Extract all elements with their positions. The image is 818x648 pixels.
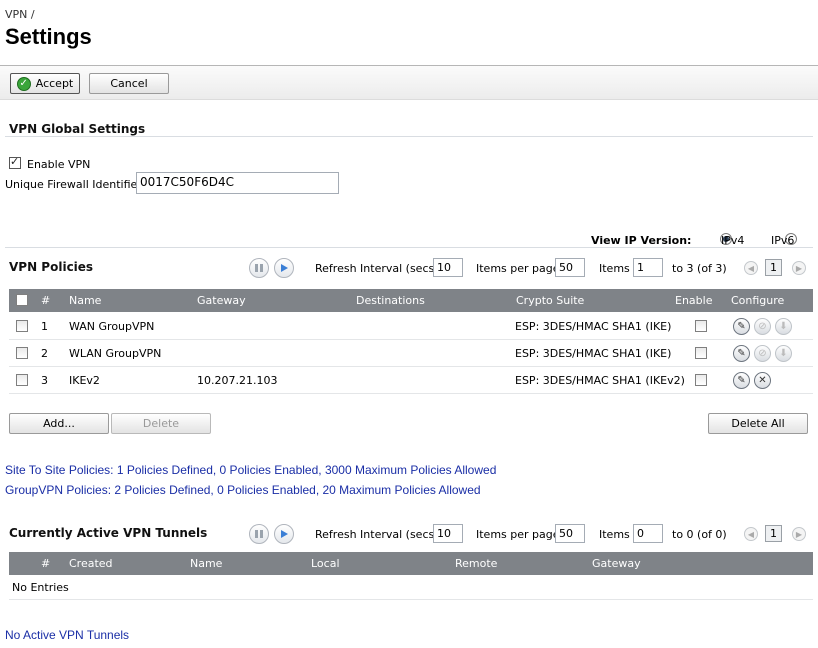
next-page-icon[interactable]: ▶ — [792, 527, 806, 541]
items-per-page-label: Items per page — [476, 262, 560, 275]
groupvpn-summary-link[interactable]: GroupVPN Policies: 2 Policies Defined, 0… — [5, 483, 481, 497]
delete-all-button[interactable]: Delete All — [708, 413, 808, 434]
pause-button[interactable] — [249, 524, 269, 544]
refresh-interval-input[interactable]: 10 — [433, 258, 463, 277]
refresh-interval-input[interactable]: 10 — [433, 524, 463, 543]
page-number: 1 — [765, 525, 782, 542]
row-number: 2 — [41, 347, 48, 360]
ipv6-label: IPv6 — [771, 234, 795, 247]
table-row: 3 IKEv2 10.207.21.103 ESP: 3DES/HMAC SHA… — [9, 367, 813, 394]
no-entries-text: No Entries — [12, 581, 69, 594]
delete-icon[interactable]: ✕ — [754, 372, 771, 389]
tunnels-table-header: # Created Name Local Remote Gateway — [9, 552, 813, 575]
next-page-icon[interactable]: ▶ — [792, 261, 806, 275]
column-header[interactable]: Crypto Suite — [516, 294, 584, 307]
edit-icon[interactable]: ✎ — [733, 372, 750, 389]
ipv4-label: IPv4 — [721, 234, 745, 247]
row-checkbox[interactable] — [16, 374, 28, 386]
disable-icon: ⊘ — [754, 318, 771, 335]
select-all-checkbox[interactable] — [16, 294, 28, 306]
site-to-site-summary-link[interactable]: Site To Site Policies: 1 Policies Define… — [5, 463, 496, 477]
items-label: Items — [599, 528, 630, 541]
enable-vpn-checkbox[interactable] — [9, 155, 21, 169]
toolbar: ✓ Accept Cancel — [0, 65, 818, 100]
uid-input[interactable]: 0017C50F6D4C — [136, 172, 339, 194]
column-header[interactable]: Gateway — [592, 557, 641, 570]
pause-icon — [255, 264, 263, 272]
prev-page-icon[interactable]: ◀ — [744, 527, 758, 541]
column-header[interactable]: Local — [311, 557, 340, 570]
page-number: 1 — [765, 259, 782, 276]
download-icon: ⬇ — [775, 345, 792, 362]
empty-row: No Entries — [9, 575, 813, 600]
policies-table-header: # Name Gateway Destinations Crypto Suite… — [9, 289, 813, 312]
column-header[interactable]: Gateway — [197, 294, 246, 307]
table-row: 1 WAN GroupVPN ESP: 3DES/HMAC SHA1 (IKE)… — [9, 313, 813, 340]
breadcrumb[interactable]: VPN / — [5, 8, 35, 21]
row-crypto: ESP: 3DES/HMAC SHA1 (IKE) — [515, 347, 672, 360]
play-icon — [281, 530, 288, 538]
pause-button[interactable] — [249, 258, 269, 278]
ip-version-label: View IP Version: — [591, 234, 692, 247]
download-icon: ⬇ — [775, 318, 792, 335]
cancel-button[interactable]: Cancel — [89, 73, 169, 94]
column-header[interactable]: Remote — [455, 557, 497, 570]
refresh-interval-label: Refresh Interval (secs) — [315, 528, 439, 541]
add-button[interactable]: Add... — [9, 413, 109, 434]
play-button[interactable] — [274, 258, 294, 278]
active-tunnels-title: Currently Active VPN Tunnels — [9, 526, 208, 540]
enable-checkbox[interactable] — [695, 374, 707, 386]
column-header[interactable]: Name — [190, 557, 222, 570]
row-name: WAN GroupVPN — [69, 320, 155, 333]
row-name: IKEv2 — [69, 374, 100, 387]
play-icon — [281, 264, 288, 272]
row-checkbox[interactable] — [16, 320, 28, 332]
no-active-tunnels-link[interactable]: No Active VPN Tunnels — [5, 628, 129, 642]
items-start-input[interactable]: 1 — [633, 258, 663, 277]
enable-checkbox[interactable] — [695, 320, 707, 332]
checkmark-icon: ✓ — [16, 76, 31, 91]
row-name: WLAN GroupVPN — [69, 347, 162, 360]
items-range-text: to 3 (of 3) — [672, 262, 727, 275]
divider — [5, 136, 813, 137]
accept-label: Accept — [35, 77, 74, 90]
row-checkbox[interactable] — [16, 347, 28, 359]
edit-icon[interactable]: ✎ — [733, 318, 750, 335]
items-range-text: to 0 (of 0) — [672, 528, 727, 541]
column-header[interactable]: Destinations — [356, 294, 425, 307]
prev-page-icon[interactable]: ◀ — [744, 261, 758, 275]
items-per-page-input[interactable]: 50 — [555, 524, 585, 543]
divider — [5, 247, 813, 248]
global-settings-title: VPN Global Settings — [9, 122, 146, 136]
uid-label: Unique Firewall Identifier: — [5, 178, 146, 191]
delete-button[interactable]: Delete — [111, 413, 211, 434]
enable-checkbox[interactable] — [695, 347, 707, 359]
column-header: Configure — [731, 294, 785, 307]
column-header: Enable — [675, 294, 713, 307]
row-crypto: ESP: 3DES/HMAC SHA1 (IKE) — [515, 320, 672, 333]
vpn-policies-title: VPN Policies — [9, 260, 94, 274]
column-header[interactable]: Created — [69, 557, 113, 570]
play-button[interactable] — [274, 524, 294, 544]
row-number: 1 — [41, 320, 48, 333]
items-per-page-label: Items per page — [476, 528, 560, 541]
column-header[interactable]: # — [41, 557, 50, 570]
row-crypto: ESP: 3DES/HMAC SHA1 (IKEv2) — [515, 374, 685, 387]
page-title: Settings — [5, 24, 92, 49]
disable-icon: ⊘ — [754, 345, 771, 362]
accept-button[interactable]: ✓ Accept — [10, 73, 80, 94]
refresh-interval-label: Refresh Interval (secs) — [315, 262, 439, 275]
table-row: 2 WLAN GroupVPN ESP: 3DES/HMAC SHA1 (IKE… — [9, 340, 813, 367]
row-number: 3 — [41, 374, 48, 387]
items-start-input[interactable]: 0 — [633, 524, 663, 543]
items-label: Items — [599, 262, 630, 275]
row-gateway: 10.207.21.103 — [197, 374, 278, 387]
edit-icon[interactable]: ✎ — [733, 345, 750, 362]
column-header[interactable]: Name — [69, 294, 101, 307]
column-header[interactable]: # — [41, 294, 50, 307]
enable-vpn-label: Enable VPN — [27, 158, 91, 171]
pause-icon — [255, 530, 263, 538]
items-per-page-input[interactable]: 50 — [555, 258, 585, 277]
